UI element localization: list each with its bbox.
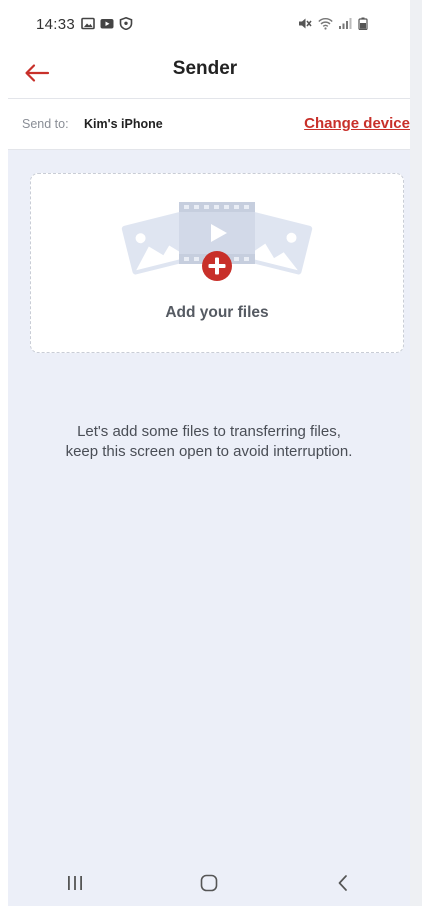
change-device-link[interactable]: Change device	[304, 115, 410, 132]
status-bar: 14:33	[0, 0, 410, 50]
add-files-illustration	[121, 202, 313, 281]
status-time: 14:33	[36, 16, 76, 33]
recents-icon	[68, 876, 82, 890]
wifi-icon	[318, 17, 333, 30]
battery-icon	[358, 17, 372, 31]
recents-button[interactable]	[45, 863, 105, 903]
gallery-icon	[81, 17, 95, 30]
shield-icon	[119, 16, 133, 31]
send-to-bar: Send to: Kim's iPhone Change device	[8, 98, 410, 150]
content-area: Add your files Let's add some files to t…	[8, 150, 410, 860]
status-icons-right	[298, 17, 372, 31]
screen: 14:33 Sender Send to: Kim's iPhone Chang…	[0, 0, 422, 906]
add-files-card[interactable]: Add your files	[30, 173, 404, 353]
hint-text: Let's add some files to transferring fil…	[8, 422, 410, 462]
page-title: Sender	[172, 58, 238, 79]
signal-icon	[338, 17, 352, 30]
back-nav-button[interactable]	[313, 863, 373, 903]
status-icons-left	[81, 16, 133, 31]
back-chevron-icon	[338, 875, 347, 891]
add-files-label: Add your files	[165, 304, 269, 321]
home-icon	[200, 874, 218, 892]
app-bar: Sender	[0, 50, 410, 98]
youtube-icon	[100, 17, 114, 30]
target-device-name: Kim's iPhone	[84, 117, 163, 131]
navigation-bar	[8, 860, 410, 906]
mute-icon	[298, 17, 312, 30]
hint-line-2: keep this screen open to avoid interrupt…	[65, 443, 353, 460]
frame-right	[410, 0, 422, 906]
send-to-label: Send to:	[22, 117, 69, 131]
hint-line-1: Let's add some files to transferring fil…	[77, 423, 341, 440]
home-button[interactable]	[179, 863, 239, 903]
